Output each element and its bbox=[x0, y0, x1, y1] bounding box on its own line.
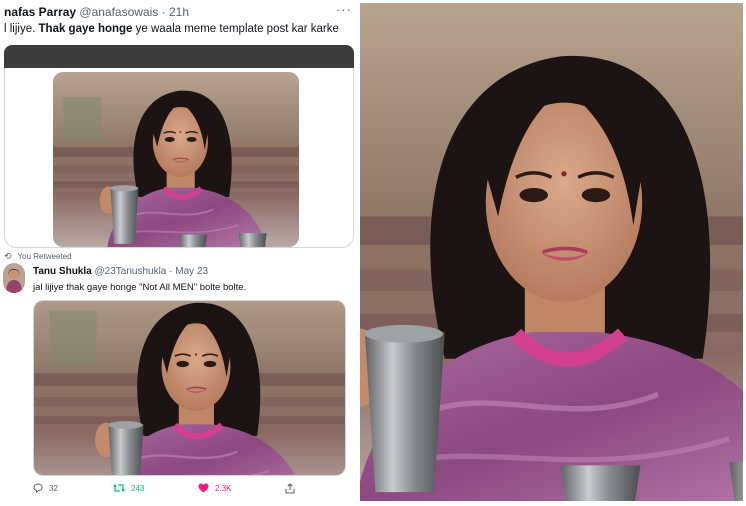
tweet1-timestamp[interactable]: 21h bbox=[169, 5, 189, 19]
reply-count: 32 bbox=[49, 483, 58, 493]
share-icon bbox=[285, 483, 295, 494]
tweet2-text: jal lijiye thak gaye honge "Not All MEN"… bbox=[33, 282, 247, 293]
reply-button[interactable]: 32 bbox=[33, 483, 58, 493]
retweeted-label: You Retweeted bbox=[17, 252, 72, 261]
retweet-icon: ⟲ bbox=[4, 251, 12, 261]
avatar[interactable] bbox=[3, 263, 25, 293]
meme-close-up-image bbox=[360, 3, 743, 501]
tweet1-text-prefix: l lijiye. bbox=[4, 23, 39, 35]
tweet2-author-name[interactable]: Tanu Shukla bbox=[33, 266, 92, 277]
tweet2-header: Tanu Shukla @23Tanushukla · May 23 bbox=[33, 266, 208, 277]
tweet-screenshot-panel: nafas Parray @anafasowais · 21h ··· l li… bbox=[0, 0, 357, 506]
like-button[interactable]: 2.3K bbox=[198, 483, 231, 493]
tweet1-author-handle[interactable]: @anafasowais bbox=[79, 5, 158, 19]
tweet2-media-image[interactable] bbox=[33, 300, 346, 476]
retweet-count: 243 bbox=[131, 483, 145, 493]
quote-card-header-bar bbox=[4, 45, 354, 68]
heart-icon bbox=[198, 483, 209, 493]
tweet1-text: l lijiye. Thak gaye honge ye waala meme … bbox=[4, 23, 339, 35]
tweet2-separator: · bbox=[169, 266, 173, 277]
tweet1-separator: · bbox=[161, 5, 166, 19]
reply-icon bbox=[33, 483, 43, 493]
tweet1-header: nafas Parray @anafasowais · 21h ··· bbox=[4, 2, 354, 21]
retweeted-indicator: ⟲ You Retweeted bbox=[4, 251, 72, 262]
tweet2-author-handle[interactable]: @23Tanushukla bbox=[95, 266, 167, 277]
more-icon[interactable]: ··· bbox=[336, 2, 352, 17]
share-button[interactable] bbox=[285, 483, 301, 494]
tweet1-author-name[interactable]: nafas Parray bbox=[4, 5, 76, 19]
tweet1-media-image[interactable] bbox=[53, 72, 299, 247]
tweet2-timestamp[interactable]: May 23 bbox=[175, 266, 208, 277]
retweet-button[interactable]: 243 bbox=[113, 483, 144, 493]
tweet1-text-suffix: ye waala meme template post kar karke bbox=[132, 23, 339, 35]
like-count: 2.3K bbox=[215, 483, 232, 493]
retweet-icon bbox=[113, 483, 125, 493]
tweet2-action-bar: 32 243 2.3K bbox=[33, 483, 333, 497]
tweet1-text-bold: Thak gaye honge bbox=[38, 23, 133, 35]
